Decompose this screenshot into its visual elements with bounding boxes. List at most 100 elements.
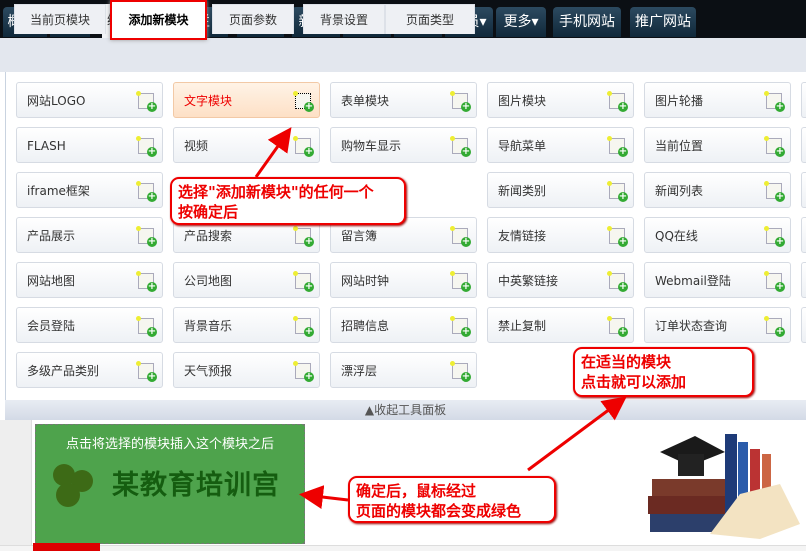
add-module-icon[interactable] (293, 91, 314, 112)
tab-item[interactable]: 页面类型 (385, 4, 475, 34)
module-item[interactable]: 多级产品类别 (16, 352, 163, 388)
add-module-icon[interactable] (607, 136, 628, 157)
module-item[interactable]: 图片模块 (487, 82, 634, 118)
nav-item[interactable]: 更多▾ (496, 7, 546, 37)
module-item[interactable]: iframe框架 (16, 172, 163, 208)
add-module-icon[interactable] (764, 271, 785, 292)
module-item[interactable]: FLASH (16, 127, 163, 163)
module-item[interactable]: 新闻类别 (487, 172, 634, 208)
add-module-icon[interactable] (136, 181, 157, 202)
insert-hint: 点击将选择的模块插入这个模块之后 (65, 437, 274, 452)
add-module-icon[interactable] (136, 226, 157, 247)
add-module-icon[interactable] (764, 181, 785, 202)
add-module-icon[interactable] (450, 226, 471, 247)
module-item-cut-off[interactable] (801, 307, 806, 343)
add-module-icon[interactable] (293, 136, 314, 157)
module-item[interactable]: 漂浮层 (330, 352, 477, 388)
module-item[interactable]: 订单状态查询 (644, 307, 791, 343)
collapse-panel-button[interactable]: ▲收起工具面板 (5, 400, 806, 420)
add-module-icon[interactable] (607, 226, 628, 247)
books-image (648, 434, 800, 539)
add-module-icon[interactable] (764, 316, 785, 337)
module-item[interactable]: 招聘信息 (330, 307, 477, 343)
add-module-icon[interactable] (136, 316, 157, 337)
module-label: 导航菜单 (498, 139, 547, 153)
module-item[interactable]: 会员登陆 (16, 307, 163, 343)
module-label: iframe框架 (27, 184, 90, 198)
module-item[interactable]: 新闻列表 (644, 172, 791, 208)
add-module-icon[interactable] (136, 136, 157, 157)
add-module-icon[interactable] (450, 316, 471, 337)
module-item[interactable]: 友情链接 (487, 217, 634, 253)
page-bottom (0, 545, 806, 551)
module-label: 漂浮层 (341, 364, 378, 378)
add-module-icon[interactable] (450, 361, 471, 382)
module-item[interactable]: 导航菜单 (487, 127, 634, 163)
module-item[interactable]: 购物车显示 (330, 127, 477, 163)
add-module-icon[interactable] (293, 226, 314, 247)
module-label: 新闻列表 (655, 184, 704, 198)
add-module-icon[interactable] (764, 136, 785, 157)
red-bar (33, 543, 100, 551)
module-label: 视频 (184, 139, 209, 153)
add-module-icon[interactable] (764, 226, 785, 247)
callout-turns-green: 确定后，鼠标经过 页面的模块都会变成绿色 (348, 476, 556, 523)
module-item[interactable]: 公司地图 (173, 262, 320, 298)
add-module-icon[interactable] (293, 361, 314, 382)
nav-item[interactable]: 推广网站 (630, 7, 696, 37)
module-item[interactable]: 中英繁链接 (487, 262, 634, 298)
tab-item[interactable]: 页面参数 (212, 4, 294, 34)
module-item-cut-off[interactable] (801, 217, 806, 253)
add-module-icon[interactable] (136, 271, 157, 292)
add-module-icon[interactable] (607, 271, 628, 292)
add-module-icon[interactable] (293, 271, 314, 292)
module-item[interactable]: 当前位置 (644, 127, 791, 163)
module-item[interactable]: 产品展示 (16, 217, 163, 253)
module-label: 新闻类别 (498, 184, 547, 198)
module-label: 公司地图 (184, 274, 233, 288)
tab-bar (0, 38, 806, 72)
module-item-cut-off[interactable] (801, 127, 806, 163)
module-item-cut-off[interactable] (801, 172, 806, 208)
module-item-cut-off[interactable] (801, 262, 806, 298)
add-module-icon[interactable] (450, 136, 471, 157)
add-module-icon[interactable] (450, 271, 471, 292)
module-label: 会员登陆 (27, 319, 76, 333)
add-module-icon[interactable] (136, 91, 157, 112)
module-item[interactable]: 图片轮播 (644, 82, 791, 118)
module-item[interactable]: 网站LOGO (16, 82, 163, 118)
module-item[interactable]: 背景音乐 (173, 307, 320, 343)
module-item[interactable]: 视频 (173, 127, 320, 163)
module-item[interactable]: 表单模块 (330, 82, 477, 118)
preview-module-hovered[interactable]: 点击将选择的模块插入这个模块之后 某教育培训宫 (35, 424, 305, 544)
tab-item[interactable]: 背景设置 (303, 4, 385, 34)
add-module-icon[interactable] (607, 316, 628, 337)
arrow-to-green-module (299, 485, 349, 509)
nav-item[interactable]: 手机网站 (553, 7, 621, 37)
module-item[interactable]: 天气预报 (173, 352, 320, 388)
callout-line: 在适当的模块 (581, 353, 672, 371)
module-item[interactable]: 网站地图 (16, 262, 163, 298)
add-module-icon[interactable] (136, 361, 157, 382)
module-item[interactable]: QQ在线 (644, 217, 791, 253)
module-label: 天气预报 (184, 364, 233, 378)
module-item[interactable]: Webmail登陆 (644, 262, 791, 298)
tab-item[interactable]: 当前页模块 (14, 4, 106, 34)
module-item[interactable]: 网站时钟 (330, 262, 477, 298)
callout-click-to-add: 在适当的模块 点击就可以添加 (573, 347, 754, 397)
add-module-icon[interactable] (764, 91, 785, 112)
add-module-icon[interactable] (450, 91, 471, 112)
callout-line: 按确定后 (178, 203, 239, 221)
add-module-icon[interactable] (607, 91, 628, 112)
tab-item[interactable]: 添加新模块 (110, 0, 207, 40)
module-label: 中英繁链接 (498, 274, 559, 288)
module-item[interactable]: 文字模块 (173, 82, 320, 118)
module-label: 文字模块 (184, 94, 233, 108)
module-item-cut-off[interactable] (801, 82, 806, 118)
add-module-icon[interactable] (293, 316, 314, 337)
module-label: FLASH (27, 139, 66, 153)
callout-line: 确定后，鼠标经过 (356, 482, 477, 500)
add-module-icon[interactable] (607, 181, 628, 202)
module-label: 图片模块 (498, 94, 547, 108)
module-item[interactable]: 禁止复制 (487, 307, 634, 343)
